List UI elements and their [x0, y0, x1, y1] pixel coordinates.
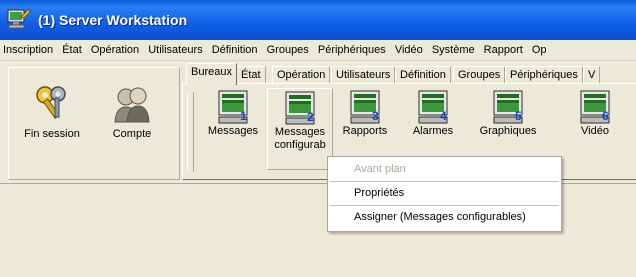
monitor-icon: 3: [350, 90, 380, 124]
desktop-button-messages-configurables[interactable]: 2 Messages configurab: [267, 88, 333, 170]
monitor-icon: 6: [580, 90, 610, 124]
server-workstation-icon: [7, 8, 31, 29]
desktop-number-6: 6: [602, 109, 609, 123]
account-button[interactable]: Compte: [93, 78, 171, 148]
toolbar-grip[interactable]: [187, 92, 194, 172]
tab-utilisateurs[interactable]: Utilisateurs: [331, 66, 396, 84]
monitor-icon: 2: [285, 91, 315, 125]
tab-groupes[interactable]: Groupes: [453, 66, 506, 84]
desktop-label-graphiques: Graphiques: [479, 125, 537, 137]
desktop-label-rapports: Rapports: [342, 125, 388, 137]
logout-button[interactable]: Fin session: [13, 78, 91, 148]
monitor-icon: 5: [493, 90, 523, 124]
window-title: (1) Server Workstation: [38, 12, 188, 28]
desktop-number-3: 3: [372, 109, 379, 123]
menu-systeme[interactable]: Système: [429, 40, 478, 60]
menu-inscription[interactable]: Inscription: [0, 40, 56, 60]
tab-strip: Bureaux État Opération Utilisateurs Défi…: [184, 63, 636, 85]
menu-options-truncated[interactable]: Op: [529, 40, 550, 60]
tab-bureaux[interactable]: Bureaux: [186, 63, 237, 85]
desktop-number-2: 2: [307, 110, 314, 124]
tab-definition[interactable]: Définition: [395, 66, 451, 84]
menu-separator: [330, 181, 559, 182]
menu-rapport[interactable]: Rapport: [481, 40, 526, 60]
title-bar[interactable]: (1) Server Workstation: [0, 0, 636, 40]
menu-utilisateurs[interactable]: Utilisateurs: [145, 40, 205, 60]
keys-icon: [36, 86, 66, 120]
desktop-number-4: 4: [440, 109, 447, 123]
desktop-label-messages: Messages: [207, 125, 259, 137]
session-group: Fin session Compte: [8, 67, 180, 180]
menu-peripheriques[interactable]: Périphériques: [315, 40, 389, 60]
menu-groupes[interactable]: Groupes: [264, 40, 312, 60]
desktop-number-1: 1: [240, 109, 247, 123]
tab-peripheriques[interactable]: Périphériques: [505, 66, 583, 84]
menu-bar: Inscription État Opération Utilisateurs …: [0, 40, 636, 61]
menu-etat[interactable]: État: [59, 40, 85, 60]
desktop-label-video: Vidéo: [581, 125, 609, 137]
desktop-number-5: 5: [515, 109, 522, 123]
logout-label: Fin session: [24, 128, 80, 140]
menu-definition[interactable]: Définition: [209, 40, 261, 60]
desktop-label-alarmes: Alarmes: [412, 125, 454, 137]
users-icon: [114, 87, 150, 123]
context-menu: Avant plan Propriétés Assigner (Messages…: [327, 156, 562, 232]
desktop-label-messages-configurables: Messages configurab: [274, 126, 326, 151]
menu-video[interactable]: Vidéo: [392, 40, 426, 60]
tab-etat[interactable]: État: [236, 66, 266, 84]
menu-item-bring-to-front: Avant plan: [354, 163, 406, 175]
monitor-icon: 4: [418, 90, 448, 124]
tab-operation[interactable]: Opération: [272, 66, 331, 84]
menu-operation[interactable]: Opération: [88, 40, 142, 60]
menu-separator: [330, 205, 559, 206]
monitor-icon: 1: [218, 90, 248, 124]
tab-video-truncated[interactable]: V: [583, 66, 601, 84]
desktop-button-video[interactable]: 6 Vidéo: [563, 88, 627, 168]
menu-item-assign[interactable]: Assigner (Messages configurables): [328, 207, 561, 227]
account-label: Compte: [112, 128, 152, 140]
desktop-button-messages[interactable]: 1 Messages: [201, 88, 265, 168]
menu-item-properties[interactable]: Propriétés: [328, 183, 561, 203]
